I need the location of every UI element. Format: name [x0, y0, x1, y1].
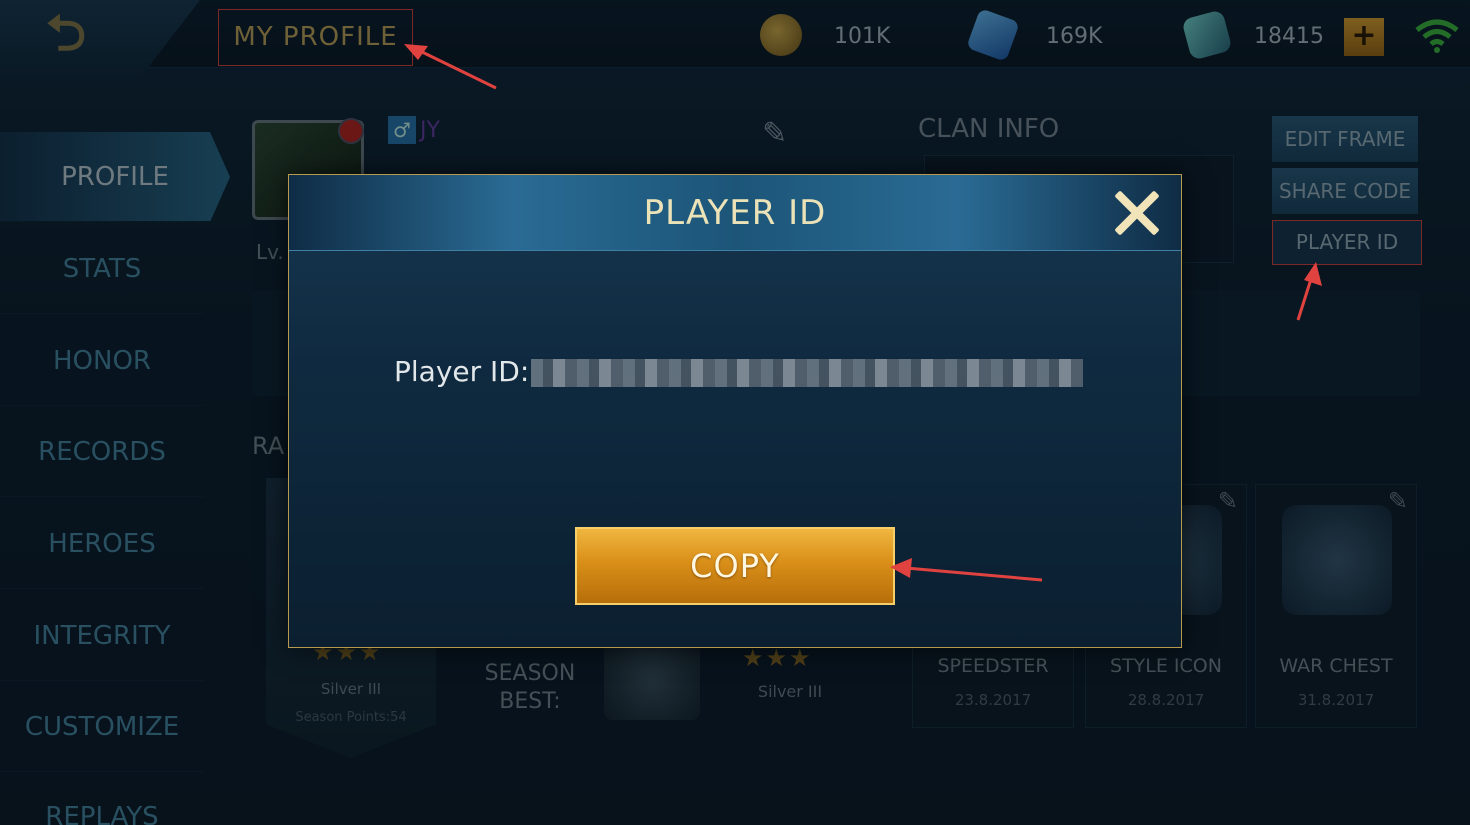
player-id-value-blurred — [531, 359, 1083, 387]
player-id-label: Player ID: — [394, 355, 530, 388]
copy-button[interactable]: COPY — [575, 527, 895, 605]
player-id-dialog: PLAYER ID Player ID: COPY — [288, 174, 1182, 648]
dialog-title: PLAYER ID — [643, 193, 827, 233]
close-button[interactable] — [1111, 187, 1163, 239]
